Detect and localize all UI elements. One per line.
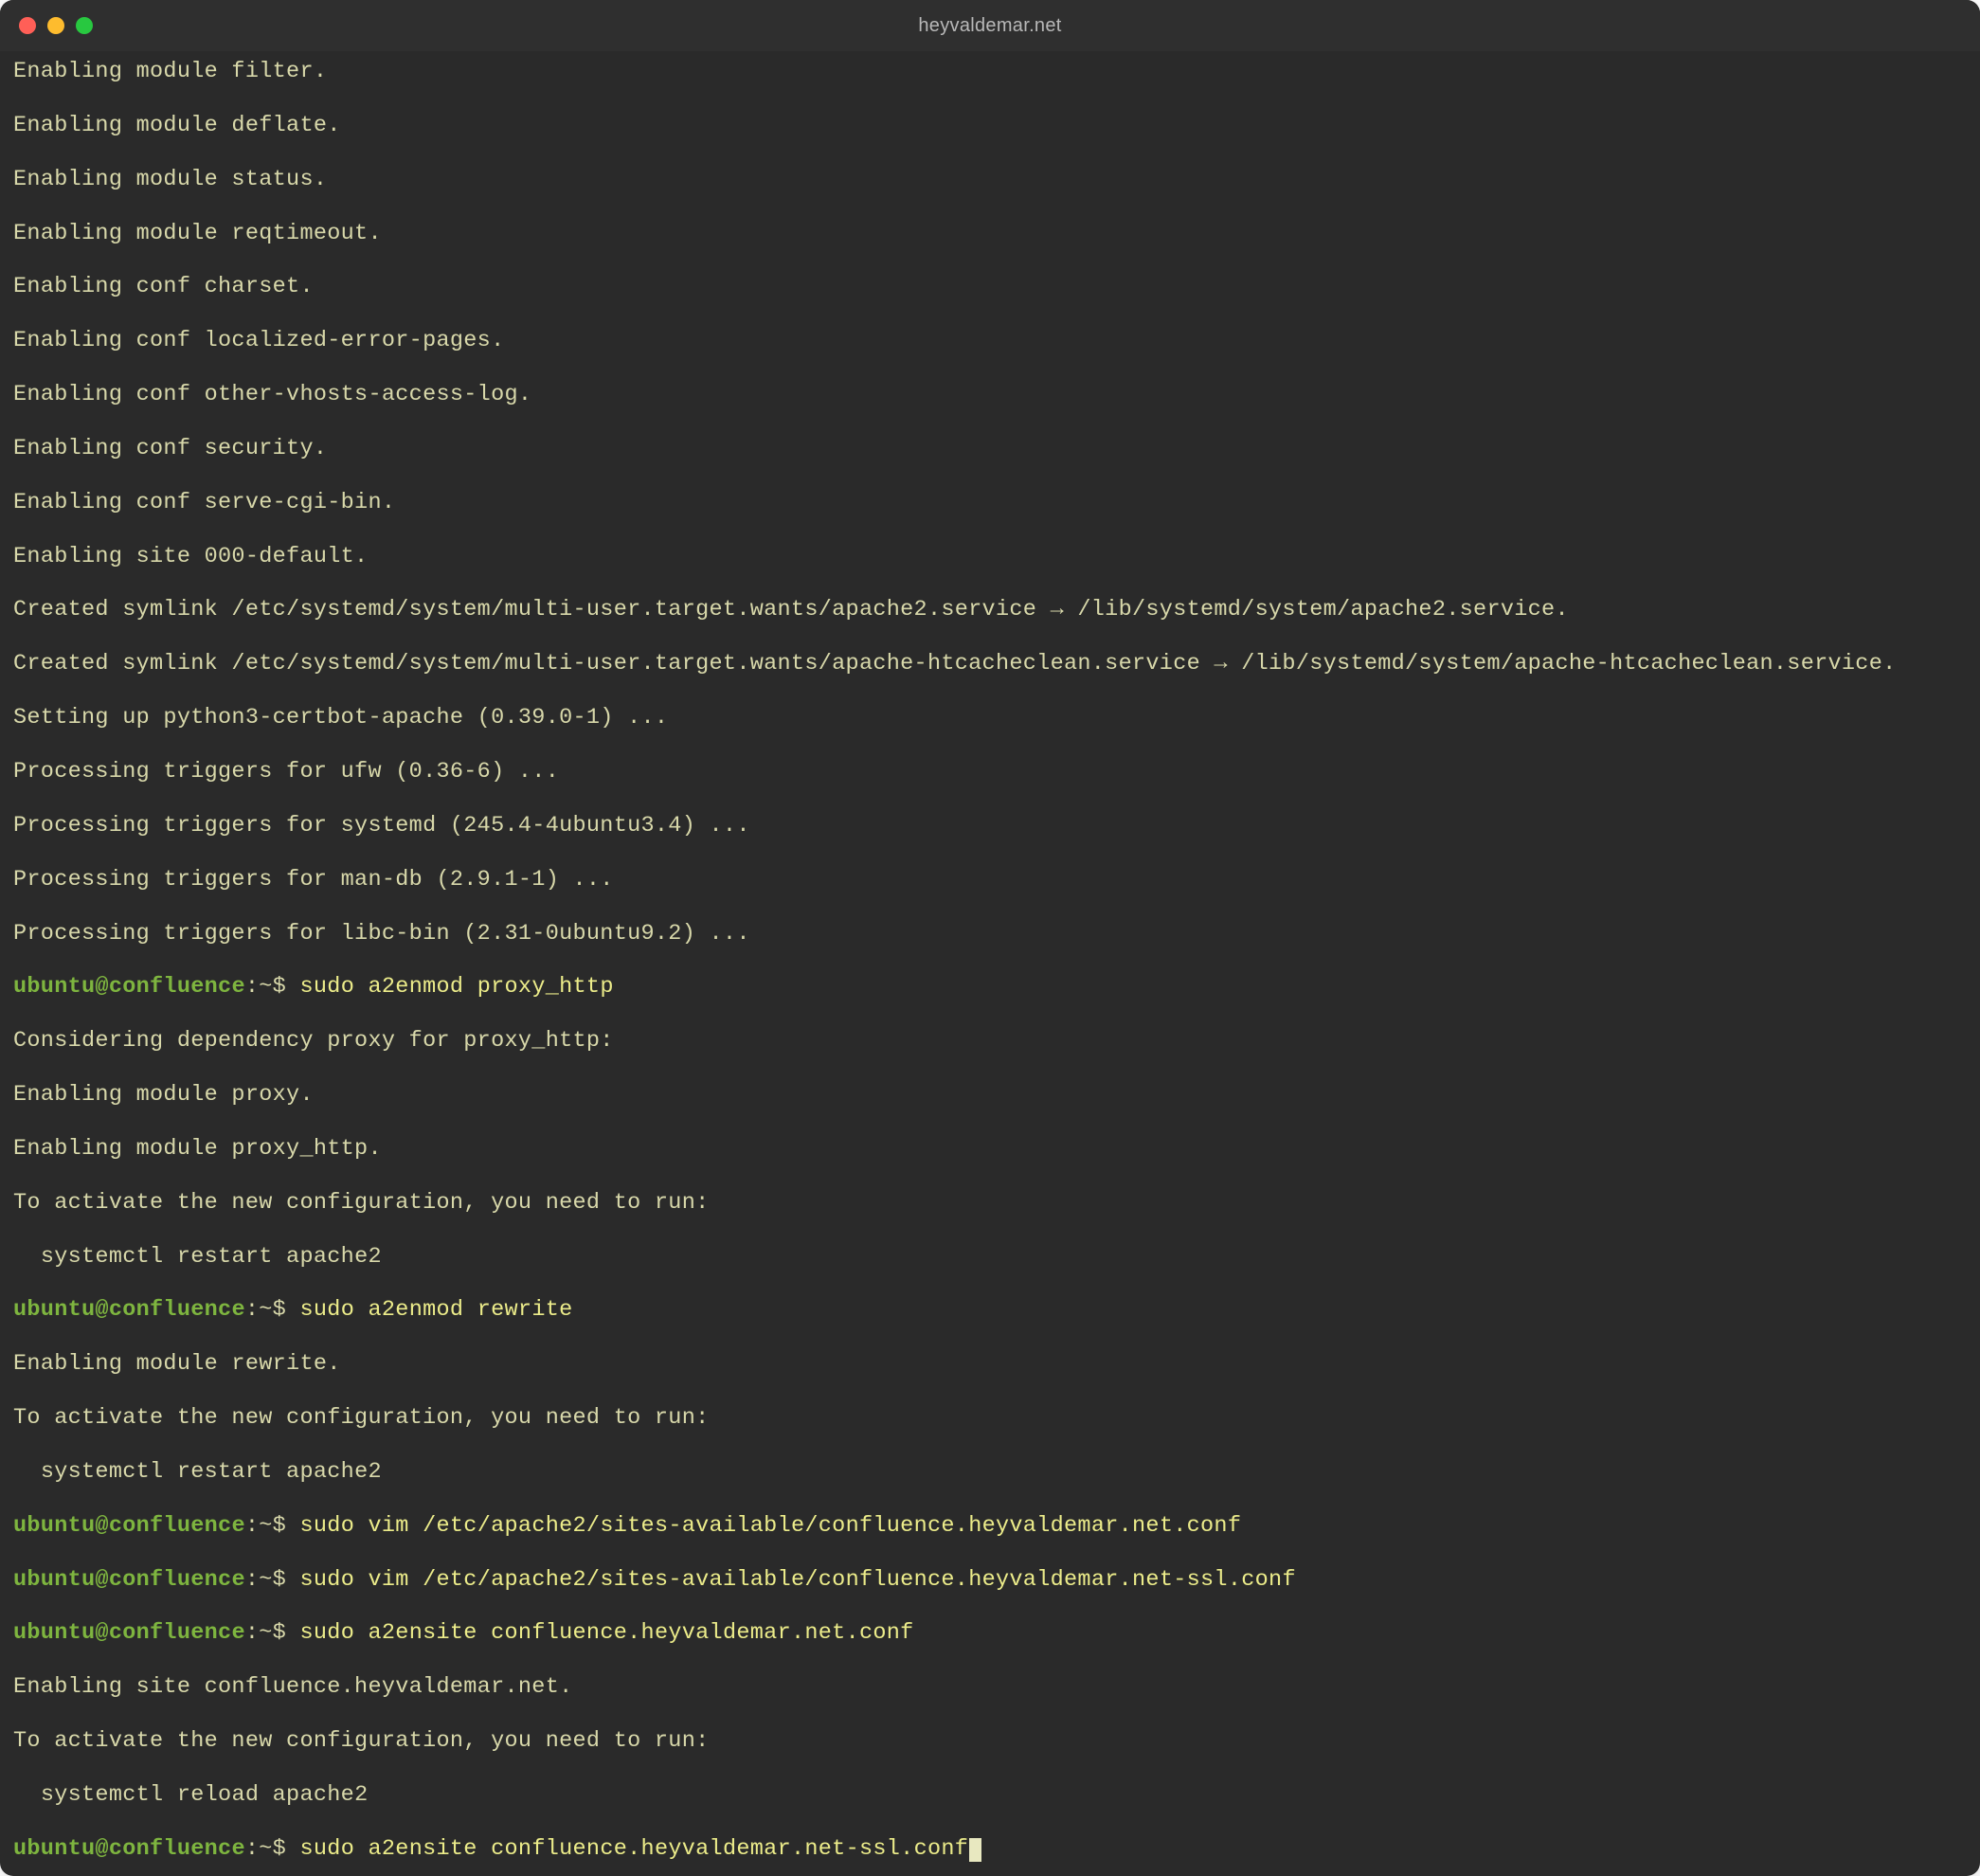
- output-line: Enabling conf other-vhosts-access-log.: [13, 382, 1967, 408]
- prompt-path: ~: [259, 1620, 272, 1646]
- output-line: Enabling site 000-default.: [13, 544, 1967, 570]
- prompt-at: @: [95, 1297, 108, 1323]
- terminal-body[interactable]: Enabling module filter. Enabling module …: [0, 51, 1980, 1876]
- prompt-user: ubuntu: [13, 974, 95, 1000]
- output-line: Enabling module status.: [13, 167, 1967, 193]
- output-line: Enabling module filter.: [13, 59, 1967, 85]
- prompt-symbol: $: [273, 1297, 286, 1323]
- prompt-user: ubuntu: [13, 1297, 95, 1323]
- output-line: systemctl restart apache2: [13, 1459, 1967, 1486]
- maximize-button[interactable]: [76, 17, 93, 34]
- prompt-path: ~: [259, 1836, 272, 1862]
- prompt-line: ubuntu@confluence:~$ sudo a2enmod proxy_…: [13, 974, 1967, 1001]
- prompt-path: ~: [259, 1297, 272, 1323]
- prompt-colon: :: [245, 1836, 259, 1862]
- output-line: Setting up python3-certbot-apache (0.39.…: [13, 705, 1967, 731]
- command-text: sudo a2ensite confluence.heyvaldemar.net…: [299, 1836, 968, 1862]
- prompt-line: ubuntu@confluence:~$ sudo a2ensite confl…: [13, 1836, 1967, 1863]
- command-text: sudo vim /etc/apache2/sites-available/co…: [299, 1567, 1295, 1593]
- prompt-colon: :: [245, 1567, 259, 1593]
- output-line: Enabling module reqtimeout.: [13, 221, 1967, 247]
- output-line: Enabling conf localized-error-pages.: [13, 328, 1967, 354]
- output-line: Enabling conf security.: [13, 436, 1967, 462]
- prompt-path: ~: [259, 974, 272, 1000]
- prompt-at: @: [95, 1513, 108, 1539]
- prompt-line: ubuntu@confluence:~$ sudo a2enmod rewrit…: [13, 1297, 1967, 1324]
- title-bar: heyvaldemar.net: [0, 0, 1980, 51]
- prompt-user: ubuntu: [13, 1567, 95, 1593]
- prompt-at: @: [95, 974, 108, 1000]
- prompt-line: ubuntu@confluence:~$ sudo vim /etc/apach…: [13, 1567, 1967, 1594]
- window-title: heyvaldemar.net: [918, 15, 1061, 37]
- prompt-at: @: [95, 1620, 108, 1646]
- prompt-at: @: [95, 1567, 108, 1593]
- output-line: Processing triggers for systemd (245.4-4…: [13, 813, 1967, 839]
- minimize-button[interactable]: [47, 17, 64, 34]
- cursor-icon: [969, 1838, 981, 1862]
- prompt-line: ubuntu@confluence:~$ sudo a2ensite confl…: [13, 1620, 1967, 1647]
- prompt-symbol: $: [273, 1836, 286, 1862]
- output-line: systemctl restart apache2: [13, 1244, 1967, 1271]
- prompt-user: ubuntu: [13, 1513, 95, 1539]
- prompt-host: confluence: [109, 1620, 245, 1646]
- prompt-host: confluence: [109, 1297, 245, 1323]
- prompt-symbol: $: [273, 1513, 286, 1539]
- command-text: sudo a2enmod rewrite: [299, 1297, 572, 1323]
- prompt-colon: :: [245, 1513, 259, 1539]
- prompt-symbol: $: [273, 1620, 286, 1646]
- prompt-user: ubuntu: [13, 1836, 95, 1862]
- output-line: Processing triggers for ufw (0.36-6) ...: [13, 759, 1967, 785]
- output-line: Enabling site confluence.heyvaldemar.net…: [13, 1674, 1967, 1701]
- prompt-path: ~: [259, 1567, 272, 1593]
- output-line: Processing triggers for libc-bin (2.31-0…: [13, 921, 1967, 947]
- output-line: Created symlink /etc/systemd/system/mult…: [13, 597, 1967, 623]
- prompt-colon: :: [245, 1620, 259, 1646]
- command-text: sudo vim /etc/apache2/sites-available/co…: [299, 1513, 1241, 1539]
- prompt-host: confluence: [109, 974, 245, 1000]
- prompt-host: confluence: [109, 1513, 245, 1539]
- prompt-colon: :: [245, 974, 259, 1000]
- output-line: Enabling module rewrite.: [13, 1351, 1967, 1378]
- prompt-user: ubuntu: [13, 1620, 95, 1646]
- prompt-host: confluence: [109, 1836, 245, 1862]
- output-line: To activate the new configuration, you n…: [13, 1405, 1967, 1432]
- output-line: systemctl reload apache2: [13, 1782, 1967, 1809]
- output-line: Enabling conf charset.: [13, 274, 1967, 300]
- close-button[interactable]: [19, 17, 36, 34]
- terminal-window: heyvaldemar.net Enabling module filter. …: [0, 0, 1980, 1876]
- prompt-path: ~: [259, 1513, 272, 1539]
- command-text: sudo a2ensite confluence.heyvaldemar.net…: [299, 1620, 913, 1646]
- output-line: To activate the new configuration, you n…: [13, 1728, 1967, 1755]
- output-line: Enabling module deflate.: [13, 113, 1967, 139]
- traffic-lights: [19, 17, 93, 34]
- prompt-symbol: $: [273, 974, 286, 1000]
- output-line: Enabling module proxy.: [13, 1082, 1967, 1109]
- output-line: Created symlink /etc/systemd/system/mult…: [13, 651, 1967, 677]
- output-line: To activate the new configuration, you n…: [13, 1190, 1967, 1217]
- prompt-at: @: [95, 1836, 108, 1862]
- prompt-host: confluence: [109, 1567, 245, 1593]
- command-text: sudo a2enmod proxy_http: [299, 974, 613, 1000]
- output-line: Processing triggers for man-db (2.9.1-1)…: [13, 867, 1967, 893]
- output-line: Enabling conf serve-cgi-bin.: [13, 490, 1967, 516]
- prompt-colon: :: [245, 1297, 259, 1323]
- prompt-line: ubuntu@confluence:~$ sudo vim /etc/apach…: [13, 1513, 1967, 1540]
- prompt-symbol: $: [273, 1567, 286, 1593]
- output-line: Enabling module proxy_http.: [13, 1136, 1967, 1163]
- output-line: Considering dependency proxy for proxy_h…: [13, 1028, 1967, 1055]
